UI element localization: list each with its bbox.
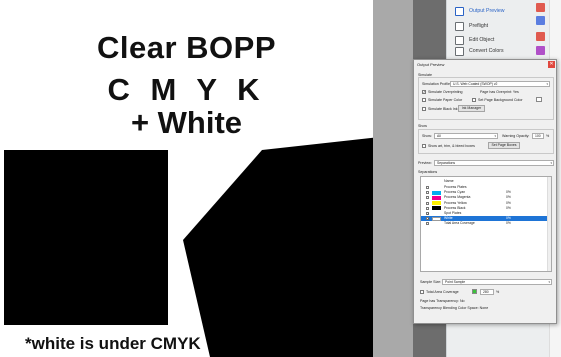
show-art-trim-label: Show art, trim, & bleed boxes (428, 144, 475, 148)
separation-swatch (432, 195, 441, 200)
simulate-black-ink-label: Simulate Black Ink (428, 107, 458, 111)
warning-opacity-input[interactable]: 100 (532, 133, 544, 139)
show-label: Show: (422, 134, 432, 138)
convert-colors-icon (455, 46, 464, 56)
simulation-profile-select[interactable]: U.S. Web Coated (SWOP) v2 ▾ (450, 81, 550, 87)
preview-label: Preview: (418, 161, 432, 165)
footnote-text: *white is under CMYK (25, 334, 201, 353)
sample-size-label: Sample Size: (420, 280, 442, 284)
preview-value: Separations (437, 161, 456, 165)
page-transparency-text: Page has Transparency: No (420, 299, 465, 303)
separation-checkbox[interactable] (426, 206, 429, 210)
separation-checkbox[interactable] (426, 222, 429, 226)
separation-checkbox[interactable] (426, 186, 429, 189)
set-page-bg-label: Set Page Background Color (478, 98, 523, 102)
separation-swatch (432, 190, 441, 195)
document-canvas: Clear BOPP C M Y K + White *white is und… (0, 0, 373, 357)
dialog-title: Output Preview (417, 62, 445, 67)
transparency-blending-text: Transparency Blending Color Space: None (420, 306, 489, 310)
show-group-label: Show (418, 124, 427, 128)
simulate-paper-color-checkbox[interactable] (422, 98, 426, 102)
simulate-black-ink-checkbox[interactable] (422, 107, 426, 111)
warning-opacity-label: Warning Opacity: (502, 134, 530, 138)
list-header-name: Name (444, 179, 454, 183)
simulate-overprinting-checkbox[interactable]: ✓ (422, 90, 426, 94)
output-preview-icon (455, 6, 464, 16)
set-page-boxes-button[interactable]: Set Page Boxes (488, 142, 520, 149)
separations-list: Name Process Plates Process Cyan 0% Process… (420, 176, 552, 272)
total-area-coverage-checkbox[interactable] (420, 290, 424, 294)
close-icon[interactable] (548, 61, 555, 68)
sample-size-select[interactable]: Point Sample ▾ (442, 279, 552, 285)
chevron-down-icon: ▾ (550, 161, 552, 165)
page-bg-color-swatch[interactable] (536, 97, 542, 102)
separation-row[interactable]: Total Area Coverage 0% (421, 221, 549, 226)
export-tool-icon[interactable] (536, 32, 545, 41)
tool-preflight[interactable]: Preflight (455, 19, 545, 33)
tool-label: Output Preview (469, 8, 505, 14)
sample-size-value: Point Sample (445, 280, 466, 284)
tool-convert-colors[interactable]: Convert Colors (455, 44, 545, 58)
tool-label: Edit Object (469, 37, 495, 43)
tac-percent: % (496, 290, 500, 294)
separation-swatch (432, 206, 441, 211)
protect-tool-icon[interactable] (536, 46, 545, 55)
ink-manager-button[interactable]: Ink Manager (458, 105, 485, 112)
show-select[interactable]: All ▾ (434, 133, 498, 139)
separation-swatch (432, 216, 441, 221)
comment-tool-icon[interactable] (536, 16, 545, 25)
separation-checkbox[interactable] (426, 196, 429, 200)
pdf-tool-icon[interactable] (536, 3, 545, 12)
page-has-overprint-text: Page has Overprint: Yes (480, 90, 519, 94)
tool-label: Convert Colors (469, 48, 504, 54)
separation-percent: 0% (506, 221, 511, 226)
tac-value-input[interactable]: 280 (480, 289, 494, 295)
separation-checkbox[interactable] (426, 191, 429, 195)
chevron-down-icon: ▾ (546, 82, 548, 86)
simulation-profile-label: Simulation Profile: (422, 82, 451, 86)
list-scrollbar[interactable] (547, 177, 551, 271)
simulation-profile-value: U.S. Web Coated (SWOP) v2 (453, 82, 498, 86)
separation-checkbox[interactable]: ✓ (426, 217, 430, 221)
separation-checkbox[interactable]: ✓ (426, 212, 430, 216)
separations-label: Separations (418, 170, 438, 174)
chevron-down-icon: ▾ (494, 134, 496, 138)
set-page-bg-checkbox[interactable] (472, 98, 476, 102)
tool-label: Preflight (469, 23, 489, 29)
workspace-gutter (373, 0, 413, 357)
separation-name: Total Area Coverage (444, 221, 475, 226)
show-art-trim-checkbox[interactable] (422, 144, 426, 148)
tac-color-swatch[interactable] (472, 289, 477, 294)
separation-checkbox[interactable] (426, 201, 429, 205)
preview-select[interactable]: Separations ▾ (434, 160, 554, 166)
chevron-down-icon: ▾ (548, 280, 550, 284)
percent-sign: % (546, 134, 550, 138)
total-area-coverage-label: Total Area Coverage (426, 290, 459, 294)
show-value: All (437, 134, 441, 138)
black-polygon-shape (183, 137, 373, 357)
output-preview-dialog: Output Preview Simulate Simulation Profi… (413, 59, 557, 324)
preflight-icon (455, 21, 464, 31)
separation-swatch (432, 201, 441, 206)
tool-output-preview[interactable]: Output Preview (455, 4, 545, 18)
simulate-overprinting-label: Simulate Overprinting (428, 90, 463, 94)
simulate-paper-color-label: Simulate Paper Color (428, 98, 463, 102)
